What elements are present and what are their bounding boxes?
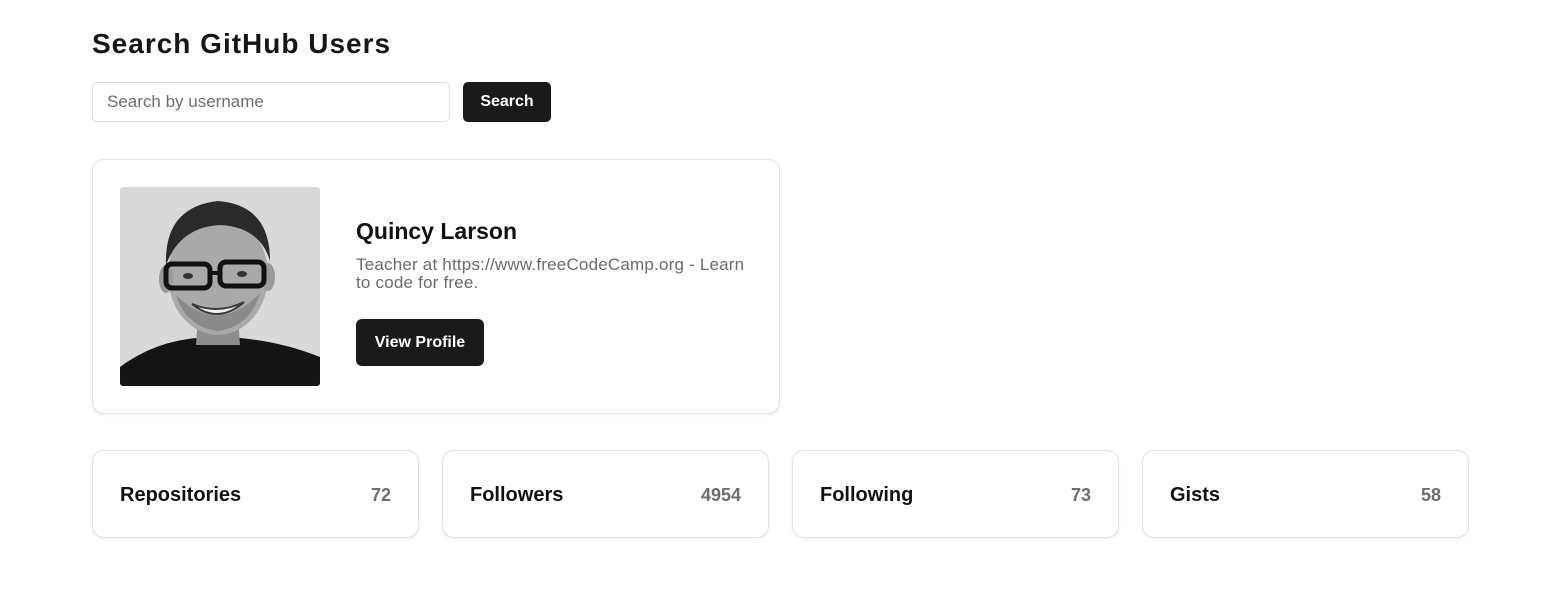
profile-bio: Teacher at https://www.freeCodeCamp.org … xyxy=(356,255,745,292)
page-title: Search GitHub Users xyxy=(92,28,392,59)
profile-card: Quincy Larson Teacher at https://www.fre… xyxy=(92,159,780,414)
stat-value-gists: 58 xyxy=(1420,485,1441,505)
search-input[interactable] xyxy=(92,82,450,122)
view-profile-button[interactable]: View Profile xyxy=(356,319,484,366)
stat-card-following: Following 73 xyxy=(792,450,1119,538)
stat-label-followers: Followers xyxy=(470,484,564,506)
stat-card-repositories: Repositories 72 xyxy=(92,450,419,538)
page: Search GitHub Users Search by username S… xyxy=(0,0,1564,593)
stat-card-followers: Followers 4954 xyxy=(442,450,769,538)
stat-label-gists: Gists xyxy=(1170,484,1221,506)
stat-card-gists: Gists 58 xyxy=(1142,450,1469,538)
avatar xyxy=(120,187,320,386)
stat-value-following: 73 xyxy=(1070,485,1091,505)
stat-label-following: Following xyxy=(820,484,914,506)
stat-value-repositories: 72 xyxy=(370,485,391,505)
profile-name: Quincy Larson xyxy=(356,218,518,244)
stat-value-followers: 4954 xyxy=(700,485,741,505)
stat-label-repositories: Repositories xyxy=(120,484,242,506)
avatar-image xyxy=(120,187,320,386)
search-button[interactable]: Search xyxy=(463,82,551,122)
